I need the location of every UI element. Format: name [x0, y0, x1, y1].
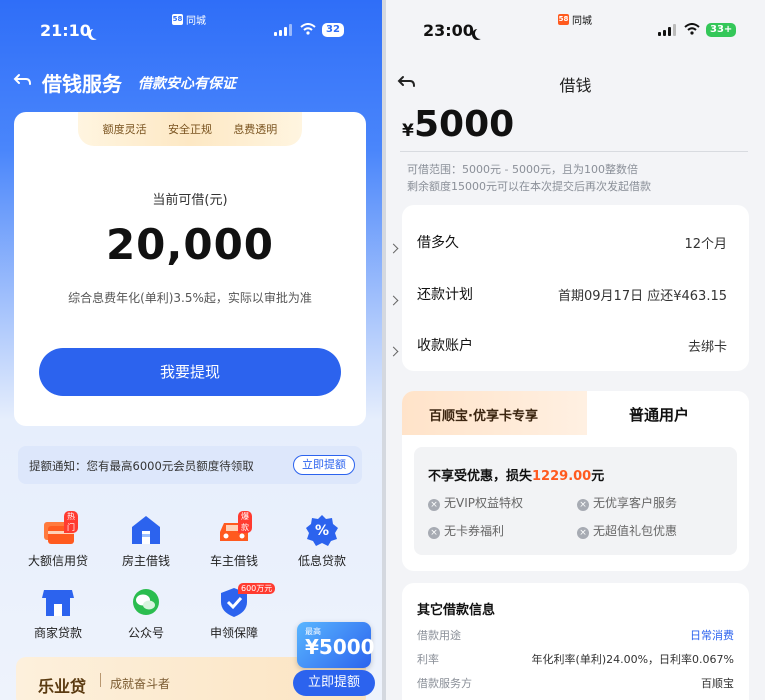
loss-panel: 不享受优惠，损失1229.00元 × 无VIP权益特权 × 无优享客户服务 × 无卡券…	[414, 447, 737, 555]
notice-bar: 提额通知：您有最高6000元会员额度待领取 立即提额	[18, 446, 362, 484]
amount-input[interactable]: ¥ 5000	[400, 104, 748, 152]
row-repayment-plan[interactable]: 还款计划 首期09月17日 应还¥463.15	[388, 259, 749, 313]
benefit-item: × 无优享客户服务	[577, 494, 677, 511]
membership-card: 百顺宝·优享卡专享 普通用户 不享受优惠，损失1229.00元 × 无VIP权益特…	[402, 391, 749, 571]
feature-item: 额度灵活	[102, 123, 147, 136]
amount-value: 5000	[414, 104, 515, 145]
page-title: 借钱	[559, 76, 592, 95]
chevron-right-icon	[388, 346, 399, 357]
info-value: 年化利率(单利)24.00%，日利率0.067%	[531, 653, 734, 666]
wechat-icon	[133, 589, 159, 615]
notice-action-button[interactable]: 立即提额	[293, 455, 355, 475]
close-circle-icon: ×	[428, 527, 440, 539]
shop-icon	[42, 590, 74, 616]
close-circle-icon: ×	[577, 527, 589, 539]
rate-note: 综合息费年化(单利)3.5%起，实际以审批为准	[68, 291, 312, 305]
benefit-item: × 无卡券福利	[428, 522, 504, 539]
banner-divider	[100, 673, 101, 687]
row-value: 去绑卡	[687, 340, 727, 355]
page-title: 借钱服务	[42, 72, 122, 96]
right-screen: 23:00 58 同城 33+ 借钱 ¥ 5000 可借范围：5000元 - 5…	[386, 0, 765, 700]
wifi-icon	[300, 23, 316, 35]
hot-badge: 热门	[64, 511, 78, 533]
app-tag: 58 同城	[558, 14, 592, 27]
app-logo-icon: 58	[558, 14, 569, 25]
info-label: 利率	[417, 653, 439, 666]
status-bar: 23:00 58 同城 33+	[386, 0, 765, 50]
page-slogan: 借款安心有保证	[138, 76, 236, 92]
chevron-right-icon	[388, 243, 399, 254]
tab-vip[interactable]: 百顺宝·优享卡专享	[402, 391, 587, 435]
hot-badge: 600万元	[238, 583, 276, 594]
float-promo[interactable]: 最高 ¥5000 立即提额	[293, 620, 375, 698]
info-label: 借款用途	[417, 629, 461, 642]
percent-icon: %	[306, 515, 338, 546]
status-time: 23:00	[423, 21, 474, 40]
quick-link-merchant[interactable]: 商家贷款	[18, 586, 98, 641]
feature-item: 息费透明	[233, 123, 278, 136]
other-info-title: 其它借款信息	[417, 603, 496, 618]
loan-settings-card: 借多久 12个月 还款计划 首期09月17日 应还¥463.15 收款账户 去绑…	[388, 205, 749, 371]
quick-link-official-account[interactable]: 公众号	[106, 586, 186, 641]
promo-card: 最高 ¥5000	[297, 622, 375, 668]
info-value: 百顺宝	[701, 677, 734, 690]
row-label: 还款计划	[417, 287, 473, 303]
row-label: 借多久	[417, 235, 459, 251]
promo-button[interactable]: 立即提额	[293, 670, 375, 696]
row-receiving-account[interactable]: 收款账户 去绑卡	[388, 313, 749, 367]
back-arrow-icon[interactable]	[12, 72, 32, 88]
remain-note: 剩余额度15000元可以在本次提交后再次发起借款	[407, 180, 651, 193]
app-logo-icon: 58	[172, 14, 183, 25]
house-icon	[132, 516, 160, 544]
app-tag: 58 同城	[172, 14, 206, 27]
range-note: 可借范围：5000元 - 5000元，且为100整数倍	[407, 163, 638, 176]
signal-icon	[658, 24, 676, 36]
moon-icon	[86, 24, 101, 43]
loss-headline: 不享受优惠，损失1229.00元	[428, 469, 605, 484]
close-circle-icon: ×	[428, 499, 440, 511]
limit-label: 当前可借(元)	[152, 193, 228, 208]
quick-link-big-credit[interactable]: 热门 大额信用贷	[18, 511, 98, 569]
battery-indicator: 33+	[706, 23, 737, 37]
withdraw-button[interactable]: 我要提现	[39, 348, 341, 396]
limit-card: 额度灵活 安全正规 息费透明 当前可借(元) 20,000 综合息费年化(单利)…	[14, 112, 366, 426]
wifi-icon	[684, 23, 700, 35]
status-bar: 21:10 58 同城 32	[0, 0, 382, 50]
benefit-item: × 无超值礼包优惠	[577, 522, 677, 539]
close-circle-icon: ×	[577, 499, 589, 511]
feature-item: 安全正规	[167, 123, 212, 136]
row-value: 12个月	[684, 237, 727, 252]
promo-amount: ¥5000	[305, 635, 375, 659]
limit-amount: 20,000	[105, 220, 275, 269]
moon-icon	[470, 24, 485, 43]
svg-text:%: %	[315, 523, 329, 539]
quick-link-homeowner[interactable]: 房主借钱	[106, 514, 186, 569]
currency-symbol: ¥	[402, 121, 414, 141]
info-value[interactable]: 日常消费	[690, 627, 734, 643]
quick-link-protection[interactable]: 600万元 申领保障	[194, 583, 276, 641]
quick-link-car-owner[interactable]: 爆款 车主借钱	[194, 511, 274, 569]
quick-link-low-interest[interactable]: % 低息贷款	[282, 514, 362, 569]
banner-tagline: 成就奋斗者	[110, 677, 171, 691]
signal-icon	[274, 24, 292, 36]
banner-brand: 乐业贷	[38, 677, 87, 696]
battery-indicator: 32	[322, 23, 344, 37]
tab-normal-user[interactable]: 普通用户	[587, 391, 749, 435]
info-label: 借款服务方	[417, 677, 472, 690]
row-value: 首期09月17日 应还¥463.15	[558, 289, 727, 304]
loss-amount: 1229.00	[532, 469, 592, 484]
notice-text: 提额通知：您有最高6000元会员额度待领取	[29, 459, 254, 473]
benefit-item: × 无VIP权益特权	[428, 494, 523, 511]
other-info-card: 其它借款信息 借款用途 日常消费 利率 年化利率(单利)24.00%，日利率0.…	[402, 583, 749, 700]
left-screen: 21:10 58 同城 32 借钱服务 借款安心有保证 额度灵活 安全正规 息费…	[0, 0, 382, 700]
chevron-right-icon	[388, 295, 399, 306]
status-time: 21:10	[40, 21, 91, 40]
feature-strip: 额度灵活 安全正规 息费透明	[78, 112, 302, 146]
row-label: 收款账户	[417, 338, 473, 354]
row-duration[interactable]: 借多久 12个月	[388, 205, 749, 259]
hot-badge: 爆款	[238, 511, 252, 533]
